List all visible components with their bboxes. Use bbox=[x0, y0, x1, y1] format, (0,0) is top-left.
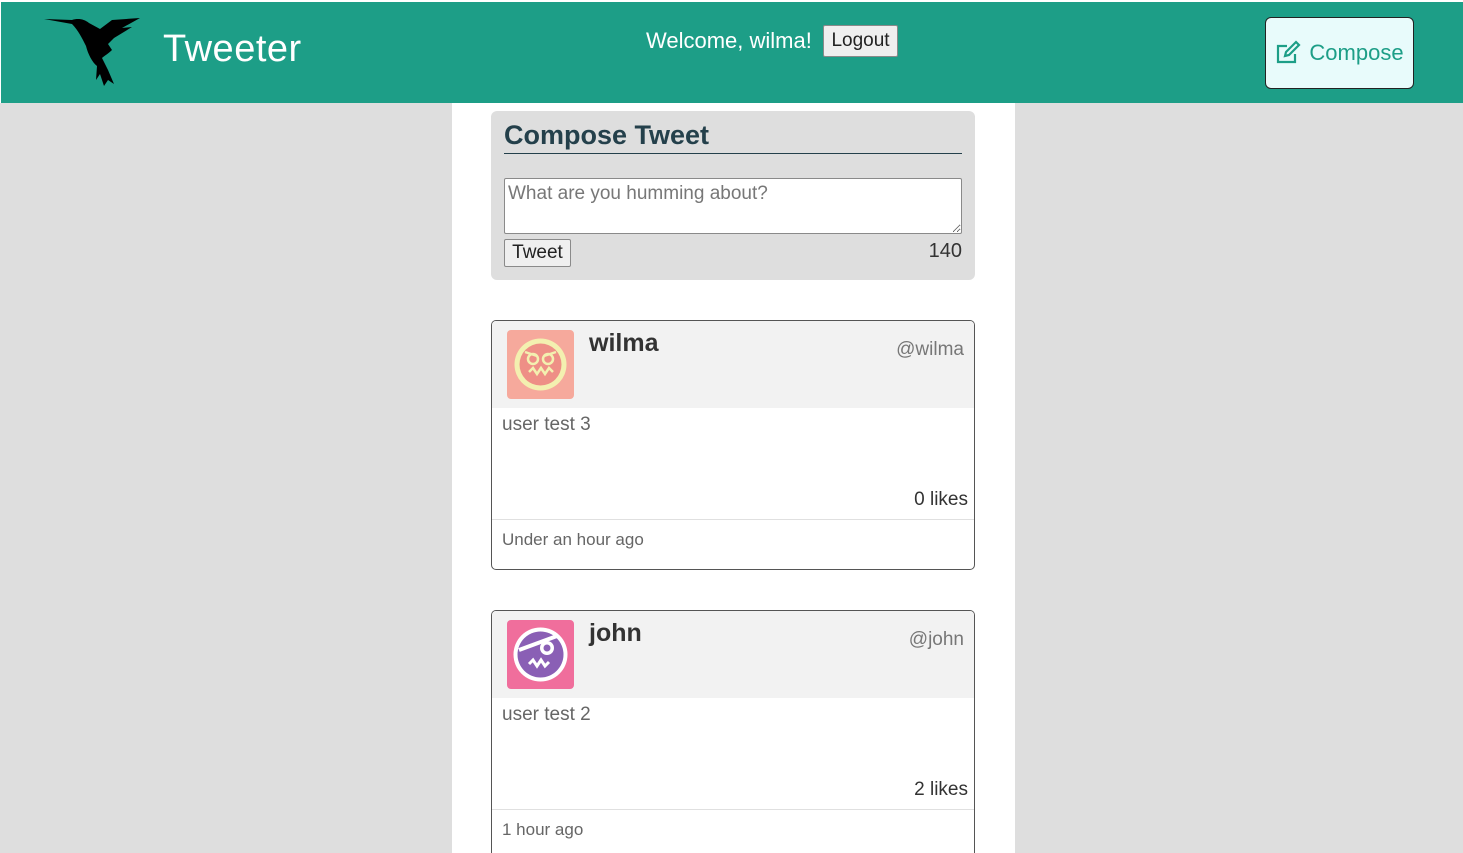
tweet-button[interactable]: Tweet bbox=[504, 239, 571, 267]
character-counter: 140 bbox=[928, 240, 962, 262]
top-navbar: Tweeter Welcome, wilma! Logout Compose bbox=[0, 0, 1463, 103]
compose-button-label: Compose bbox=[1309, 40, 1404, 65]
tweet-author-handle: @john bbox=[908, 629, 964, 650]
compose-button[interactable]: Compose bbox=[1265, 17, 1414, 89]
tweet-footer: 1 hour ago bbox=[492, 809, 974, 853]
tweet-header: wilma @wilma bbox=[492, 321, 974, 408]
avatar-face-icon bbox=[507, 620, 574, 689]
tweet-author-name: john bbox=[589, 619, 642, 647]
tweet-timestamp: Under an hour ago bbox=[502, 530, 644, 549]
tweet-header: john @john bbox=[492, 611, 974, 698]
tweet-likes[interactable]: 0 likes bbox=[914, 489, 968, 511]
compose-title: Compose Tweet bbox=[504, 120, 962, 154]
tweet-likes[interactable]: 2 likes bbox=[914, 779, 968, 801]
tweet-author-name: wilma bbox=[589, 329, 659, 357]
avatar-face-icon bbox=[507, 330, 574, 399]
avatar bbox=[507, 330, 574, 399]
tweet-input[interactable] bbox=[504, 178, 962, 234]
tweet-timestamp: 1 hour ago bbox=[502, 820, 584, 839]
compose-tweet-panel: Compose Tweet Tweet 140 bbox=[491, 111, 975, 280]
brand-title[interactable]: Tweeter bbox=[163, 28, 302, 71]
tweet-author-handle: @wilma bbox=[896, 339, 964, 360]
tweet-footer: Under an hour ago bbox=[492, 519, 974, 569]
edit-icon bbox=[1277, 40, 1301, 64]
tweet-content: user test 2 bbox=[502, 704, 591, 725]
avatar bbox=[507, 620, 574, 689]
tweet-content: user test 3 bbox=[502, 414, 591, 435]
logout-button[interactable]: Logout bbox=[823, 25, 898, 57]
hummingbird-icon bbox=[44, 18, 140, 86]
main-container: Compose Tweet Tweet 140 wilma @wilma use… bbox=[452, 103, 1015, 853]
welcome-message: Welcome, wilma! bbox=[646, 28, 812, 53]
tweet-card: john @john user test 2 2 likes 1 hour ag… bbox=[491, 610, 975, 853]
tweet-card: wilma @wilma user test 3 0 likes Under a… bbox=[491, 320, 975, 570]
